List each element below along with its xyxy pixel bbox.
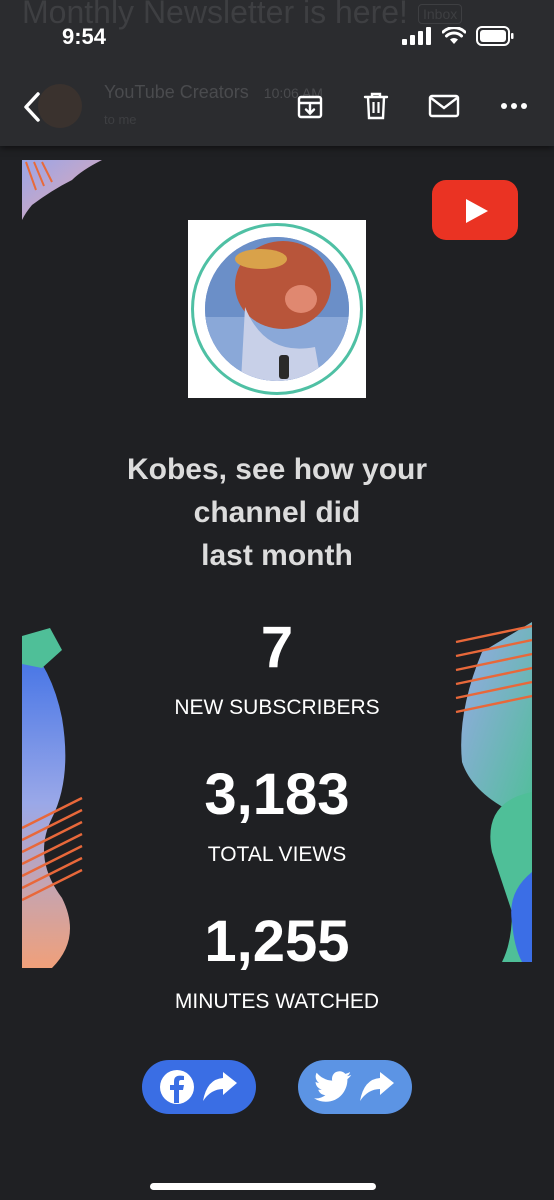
stat-label-minutes: MINUTES WATCHED xyxy=(174,990,380,1013)
mark-unread-button[interactable] xyxy=(428,90,460,122)
share-arrow-icon xyxy=(360,1072,394,1101)
status-time: 9:54 xyxy=(62,24,107,49)
sender-name-text: YouTube Creators xyxy=(104,82,249,102)
stat-label-views: TOTAL VIEWS xyxy=(207,843,347,866)
twitter-icon xyxy=(314,1071,352,1102)
header-row: YouTube Creators 10:06 AM to me xyxy=(0,82,554,132)
share-twitter-button[interactable] xyxy=(298,1060,412,1114)
trash-icon xyxy=(363,92,389,120)
email-header: Monthly Newsletter is here! Inbox 9:54 Y… xyxy=(0,0,554,146)
stat-value-views: 3,183 xyxy=(204,762,350,827)
headline-line-2: channel did xyxy=(193,496,361,529)
channel-avatar xyxy=(205,237,349,381)
email-headline: Kobes, see how your channel did last mon… xyxy=(80,448,474,577)
more-button[interactable] xyxy=(498,90,530,122)
stat-value-subscribers: 7 xyxy=(260,615,294,680)
decorative-shape-top-left xyxy=(22,160,102,220)
status-icons xyxy=(402,24,514,48)
stat-value-minutes: 1,255 xyxy=(204,909,350,974)
facebook-icon xyxy=(160,1070,194,1104)
wifi-icon xyxy=(442,27,466,44)
recipient: to me xyxy=(104,112,137,127)
sender-name: YouTube Creators 10:06 AM xyxy=(104,82,323,103)
delete-button[interactable] xyxy=(360,90,392,122)
archive-button[interactable] xyxy=(294,90,326,122)
cellular-signal-icon xyxy=(402,27,431,45)
headline-line-3: last month xyxy=(201,539,353,572)
mail-icon xyxy=(428,94,460,118)
youtube-logo xyxy=(432,180,518,240)
avatar-image xyxy=(205,237,349,381)
stat-label-subscribers: NEW SUBSCRIBERS xyxy=(174,696,380,719)
battery-icon xyxy=(476,26,514,46)
archive-icon xyxy=(297,95,323,119)
back-button[interactable] xyxy=(20,90,46,124)
home-indicator[interactable] xyxy=(150,1183,376,1190)
share-facebook-button[interactable] xyxy=(142,1060,256,1114)
headline-line-1: Kobes, see how your xyxy=(126,453,428,486)
channel-avatar-card xyxy=(188,220,366,398)
back-icon xyxy=(24,92,40,122)
play-icon xyxy=(466,199,488,223)
more-icon xyxy=(501,103,527,109)
share-arrow-icon xyxy=(203,1072,237,1101)
inbox-tag: Inbox xyxy=(418,4,463,24)
